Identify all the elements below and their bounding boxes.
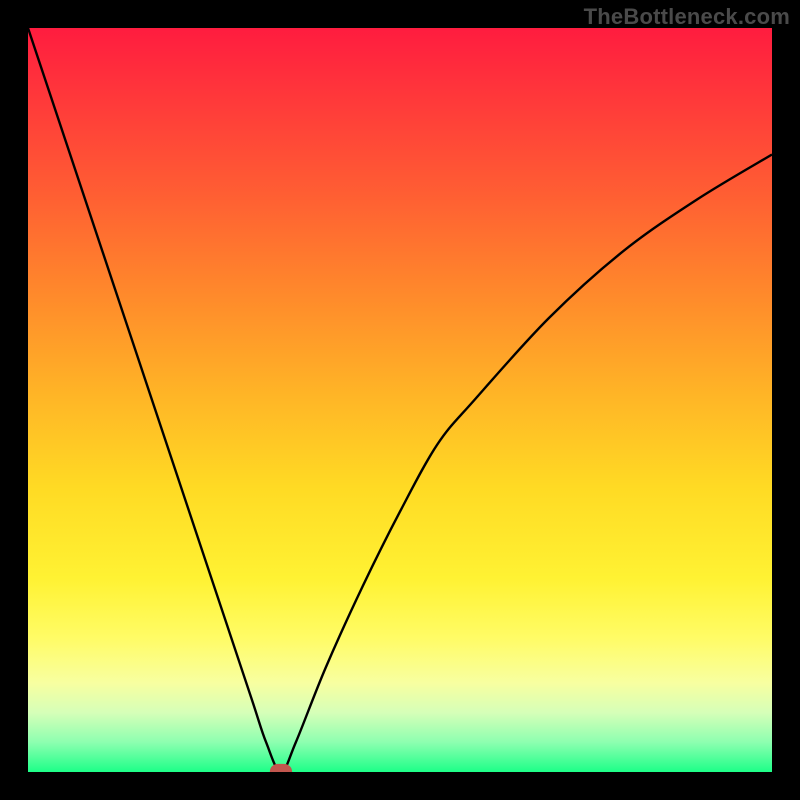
gradient-background bbox=[28, 28, 772, 772]
chart-frame: TheBottleneck.com bbox=[0, 0, 800, 800]
watermark-text: TheBottleneck.com bbox=[584, 4, 790, 30]
plot-area bbox=[28, 28, 772, 772]
